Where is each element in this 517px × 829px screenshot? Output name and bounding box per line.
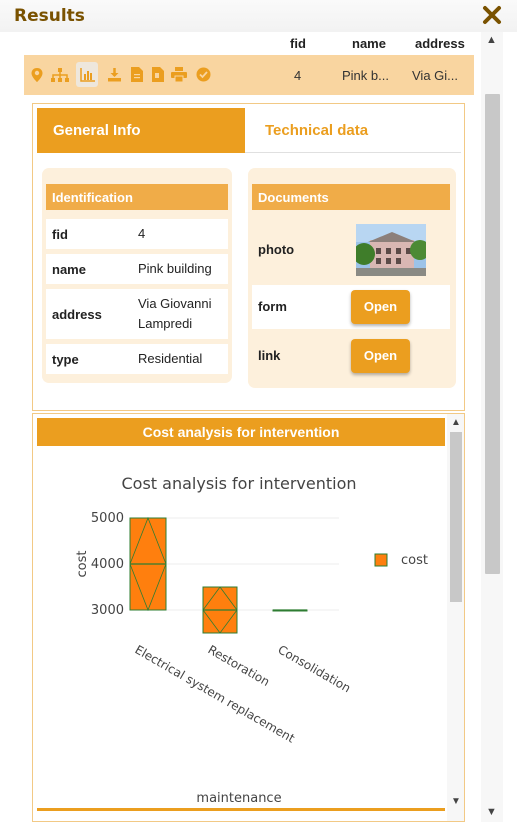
field-value: Residential bbox=[138, 351, 203, 366]
scroll-up-icon[interactable]: ▲ bbox=[486, 34, 497, 46]
identification-panel: Identification fid 4 name Pink building … bbox=[42, 168, 232, 383]
chart-card: Cost analysis for intervention Cost anal… bbox=[32, 413, 465, 822]
chart-scrollbar[interactable]: ▲ ▼ bbox=[447, 414, 464, 821]
y-tick-label: 4000 bbox=[91, 557, 124, 572]
row-fid: 4 bbox=[294, 68, 302, 83]
field-key: address bbox=[52, 307, 102, 322]
field-value: Pink building bbox=[138, 261, 212, 276]
cost-chart: Cost analysis for intervention 3000 4000 50… bbox=[75, 474, 428, 806]
document-alt-icon[interactable] bbox=[147, 62, 169, 87]
chart-title: Cost analysis for intervention bbox=[122, 474, 357, 493]
identification-row: fid 4 bbox=[46, 219, 228, 249]
identification-row: name Pink building bbox=[46, 254, 228, 284]
legend-label: cost bbox=[401, 553, 428, 568]
window-title: Results bbox=[14, 6, 85, 26]
results-scrollbar[interactable]: ▲ ▼ bbox=[481, 32, 503, 822]
document-row-photo: photo bbox=[252, 220, 450, 280]
hierarchy-icon[interactable] bbox=[49, 62, 71, 87]
identification-row: address Via Giovanni Lampredi bbox=[46, 289, 228, 339]
document-row-form: form Open bbox=[252, 285, 450, 329]
field-key: fid bbox=[52, 227, 68, 242]
tab-technical-data[interactable]: Technical data bbox=[249, 108, 449, 153]
documents-heading: Documents bbox=[252, 184, 450, 210]
x-tick-label: Consolidation bbox=[276, 642, 354, 695]
form-open-button[interactable]: Open bbox=[351, 290, 410, 324]
document-row-link: link Open bbox=[252, 334, 450, 378]
row-name: Pink b... bbox=[342, 68, 389, 83]
field-key: photo bbox=[258, 242, 295, 257]
scroll-thumb[interactable] bbox=[485, 94, 500, 574]
row-address: Via Gi... bbox=[412, 68, 459, 83]
marker-icon[interactable] bbox=[26, 62, 48, 87]
tab-bar: General Info Technical data bbox=[37, 108, 461, 153]
chart-icon[interactable] bbox=[76, 62, 98, 87]
print-icon[interactable] bbox=[168, 62, 190, 87]
document-icon[interactable] bbox=[126, 62, 148, 87]
field-key: form bbox=[258, 299, 287, 314]
table-row[interactable]: 4 Pink b... Via Gi... bbox=[24, 55, 474, 95]
y-axis-label: cost bbox=[75, 551, 90, 578]
scroll-thumb[interactable] bbox=[450, 432, 462, 602]
close-icon[interactable] bbox=[481, 3, 503, 27]
y-tick-label: 3000 bbox=[91, 603, 124, 618]
tab-general-info[interactable]: General Info bbox=[37, 108, 245, 153]
download-icon[interactable] bbox=[103, 62, 125, 87]
results-content: fid name address 4 Pink b... Via Gi... G… bbox=[14, 32, 474, 822]
identification-heading: Identification bbox=[46, 184, 228, 210]
field-key: name bbox=[52, 262, 86, 277]
legend-swatch bbox=[374, 553, 388, 567]
x-tick-label: Restoration bbox=[206, 642, 273, 689]
field-key: link bbox=[258, 348, 281, 363]
feature-info-card: General Info Technical data Identificati… bbox=[32, 103, 465, 411]
check-circle-icon[interactable] bbox=[192, 62, 214, 87]
field-value: 4 bbox=[138, 226, 146, 241]
scroll-down-icon[interactable]: ▼ bbox=[486, 806, 497, 818]
scroll-down-icon[interactable]: ▼ bbox=[451, 796, 461, 807]
building-photo[interactable] bbox=[353, 224, 430, 276]
identification-row: type Residential bbox=[46, 344, 228, 374]
scroll-up-icon[interactable]: ▲ bbox=[451, 417, 461, 428]
y-tick-label: 5000 bbox=[91, 511, 124, 526]
field-key: type bbox=[52, 352, 79, 367]
window-titlebar: Results bbox=[0, 0, 517, 32]
chart-footer-bar bbox=[37, 808, 445, 811]
chart-panel-heading: Cost analysis for intervention bbox=[37, 418, 445, 446]
column-header[interactable]: name bbox=[352, 36, 386, 51]
column-header[interactable]: address bbox=[415, 36, 465, 51]
field-value: Via Giovanni Lampredi bbox=[138, 296, 212, 331]
x-axis-label: maintenance bbox=[196, 791, 281, 806]
documents-panel: Documents photo form Open link Open bbox=[248, 168, 456, 388]
column-header[interactable]: fid bbox=[290, 36, 306, 51]
results-table-header: fid name address bbox=[14, 32, 474, 55]
link-open-button[interactable]: Open bbox=[351, 339, 410, 373]
